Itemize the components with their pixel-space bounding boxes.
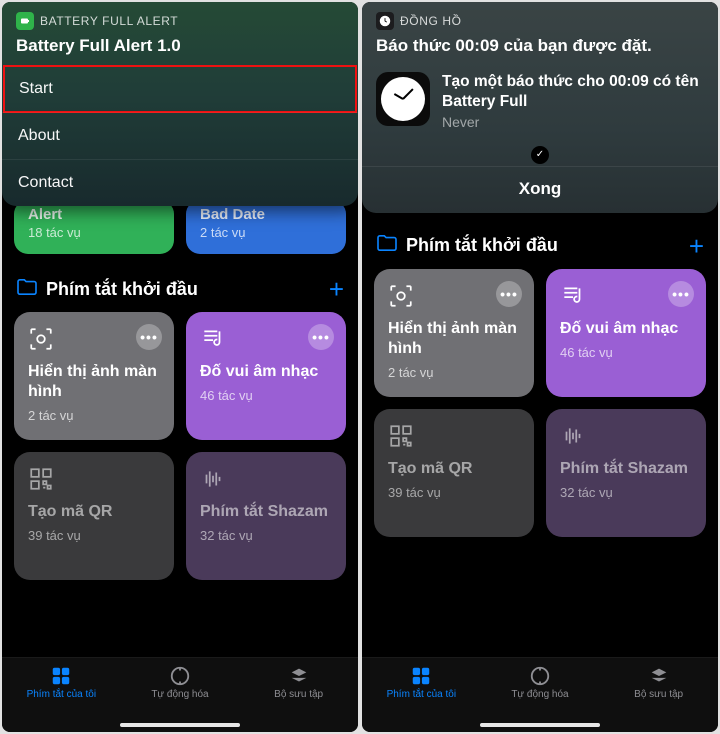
- automation-icon: [167, 665, 193, 687]
- tile-count: 39 tác vụ: [28, 528, 160, 543]
- tile-shazam[interactable]: Phím tắt Shazam 32 tác vụ: [546, 409, 706, 537]
- peek-title: Bad Date: [200, 206, 332, 223]
- phone-left: BATTERY FULL ALERT Battery Full Alert 1.…: [2, 2, 358, 732]
- notification-body-main: Tạo một báo thức cho 00:09 có tên Batter…: [442, 72, 704, 112]
- folder-title: Phím tắt khởi đầu: [46, 279, 321, 300]
- folder-title: Phím tắt khởi đầu: [406, 235, 681, 256]
- tile-name: Đố vui âm nhạc: [200, 362, 332, 382]
- peek-tile-baddate[interactable]: Bad Date 2 tác vụ: [186, 200, 346, 254]
- tile-name: Phím tắt Shazam: [200, 502, 332, 522]
- clock-app-icon: [376, 12, 394, 30]
- tile-count: 46 tác vụ: [560, 345, 692, 360]
- tile-screenshot[interactable]: ••• Hiển thị ảnh màn hình 2 tác vụ: [374, 269, 534, 397]
- peek-title: Alert: [28, 206, 160, 223]
- more-icon[interactable]: •••: [136, 324, 162, 350]
- peek-sub: 2 tác vụ: [200, 225, 332, 240]
- notification-title: Báo thức 00:09 của bạn được đặt.: [362, 34, 718, 66]
- more-icon[interactable]: •••: [496, 281, 522, 307]
- tile-qr[interactable]: Tạo mã QR 39 tác vụ: [14, 452, 174, 580]
- tab-automation[interactable]: Tự động hóa: [121, 665, 238, 732]
- home-indicator[interactable]: [480, 723, 600, 727]
- done-button[interactable]: Xong: [362, 166, 718, 203]
- peek-sub: 18 tác vụ: [28, 225, 160, 240]
- menu-about[interactable]: About: [2, 112, 358, 159]
- notification-menu: Start About Contact: [2, 65, 358, 206]
- tab-bar: Phím tắt của tôi Tự động hóa Bộ sưu tập: [2, 657, 358, 732]
- tile-count: 2 tác vụ: [388, 365, 520, 380]
- tile-name: Tạo mã QR: [28, 502, 160, 522]
- tile-name: Phím tắt Shazam: [560, 459, 692, 479]
- phone-right: ĐỒNG HỒ Báo thức 00:09 của bạn được đặt.…: [362, 2, 718, 732]
- peeking-tiles: Alert 18 tác vụ Bad Date 2 tác vụ: [2, 202, 358, 256]
- notification-body-text: Tạo một báo thức cho 00:09 có tên Batter…: [442, 72, 704, 130]
- waveform-icon: [560, 423, 692, 451]
- notification-title: Battery Full Alert 1.0: [2, 34, 358, 66]
- peek-tile-alert[interactable]: Alert 18 tác vụ: [14, 200, 174, 254]
- notification-check: ✓: [362, 140, 718, 166]
- tab-label: Bộ sưu tập: [634, 689, 683, 700]
- shortcut-grid: ••• Hiển thị ảnh màn hình 2 tác vụ ••• Đ…: [2, 312, 358, 580]
- tile-name: Đố vui âm nhạc: [560, 319, 692, 339]
- notification-header: BATTERY FULL ALERT: [2, 12, 358, 34]
- notification-card: BATTERY FULL ALERT Battery Full Alert 1.…: [2, 2, 358, 206]
- notification-header: ĐỒNG HỒ: [362, 12, 718, 34]
- add-shortcut-button[interactable]: +: [689, 233, 704, 259]
- folder-header: Phím tắt khởi đầu +: [362, 213, 718, 269]
- tile-count: 2 tác vụ: [28, 408, 160, 423]
- tile-name: Hiển thị ảnh màn hình: [388, 319, 520, 359]
- more-icon[interactable]: •••: [668, 281, 694, 307]
- tab-label: Phím tắt của tôi: [387, 689, 456, 700]
- battery-alert-app-icon: [16, 12, 34, 30]
- tab-label: Bộ sưu tập: [274, 689, 323, 700]
- gallery-icon: [286, 665, 312, 687]
- menu-start[interactable]: Start: [3, 65, 357, 113]
- content-right: ĐỒNG HỒ Báo thức 00:09 của bạn được đặt.…: [362, 2, 718, 657]
- tile-name: Tạo mã QR: [388, 459, 520, 479]
- tile-count: 39 tác vụ: [388, 485, 520, 500]
- menu-contact[interactable]: Contact: [2, 159, 358, 206]
- tile-count: 46 tác vụ: [200, 388, 332, 403]
- tile-count: 32 tác vụ: [200, 528, 332, 543]
- folder-icon: [16, 278, 38, 301]
- shortcut-grid: ••• Hiển thị ảnh màn hình 2 tác vụ ••• Đ…: [362, 269, 718, 537]
- tab-label: Phím tắt của tôi: [27, 689, 96, 700]
- automation-icon: [527, 665, 553, 687]
- notification-app-name: ĐỒNG HỒ: [400, 14, 462, 28]
- tile-name: Hiển thị ảnh màn hình: [28, 362, 160, 402]
- checkmark-icon: ✓: [531, 146, 549, 164]
- add-shortcut-button[interactable]: +: [329, 276, 344, 302]
- folder-header: Phím tắt khởi đầu +: [2, 256, 358, 312]
- gallery-icon: [646, 665, 672, 687]
- tab-automation[interactable]: Tự động hóa: [481, 665, 598, 732]
- tab-label: Tự động hóa: [511, 689, 568, 700]
- more-icon[interactable]: •••: [308, 324, 334, 350]
- home-indicator[interactable]: [120, 723, 240, 727]
- qr-icon: [28, 466, 160, 494]
- folder-icon: [376, 234, 398, 257]
- tile-music-quiz[interactable]: ••• Đố vui âm nhạc 46 tác vụ: [186, 312, 346, 440]
- waveform-icon: [200, 466, 332, 494]
- tile-count: 32 tác vụ: [560, 485, 692, 500]
- tile-screenshot[interactable]: ••• Hiển thị ảnh màn hình 2 tác vụ: [14, 312, 174, 440]
- tab-gallery[interactable]: Bộ sưu tập: [240, 665, 357, 732]
- tab-gallery[interactable]: Bộ sưu tập: [600, 665, 717, 732]
- clock-thumbnail-icon: [376, 72, 430, 126]
- tile-qr[interactable]: Tạo mã QR 39 tác vụ: [374, 409, 534, 537]
- qr-icon: [388, 423, 520, 451]
- notification-body: Tạo một báo thức cho 00:09 có tên Batter…: [362, 66, 718, 140]
- grid-tiles-icon: [48, 665, 74, 687]
- notification-card: ĐỒNG HỒ Báo thức 00:09 của bạn được đặt.…: [362, 2, 718, 213]
- tile-music-quiz[interactable]: ••• Đố vui âm nhạc 46 tác vụ: [546, 269, 706, 397]
- tab-my-shortcuts[interactable]: Phím tắt của tôi: [3, 665, 120, 732]
- notification-app-name: BATTERY FULL ALERT: [40, 14, 178, 28]
- tab-bar: Phím tắt của tôi Tự động hóa Bộ sưu tập: [362, 657, 718, 732]
- grid-tiles-icon: [408, 665, 434, 687]
- content-left: BATTERY FULL ALERT Battery Full Alert 1.…: [2, 2, 358, 657]
- notification-body-sub: Never: [442, 114, 704, 130]
- tab-label: Tự động hóa: [151, 689, 208, 700]
- tile-shazam[interactable]: Phím tắt Shazam 32 tác vụ: [186, 452, 346, 580]
- tab-my-shortcuts[interactable]: Phím tắt của tôi: [363, 665, 480, 732]
